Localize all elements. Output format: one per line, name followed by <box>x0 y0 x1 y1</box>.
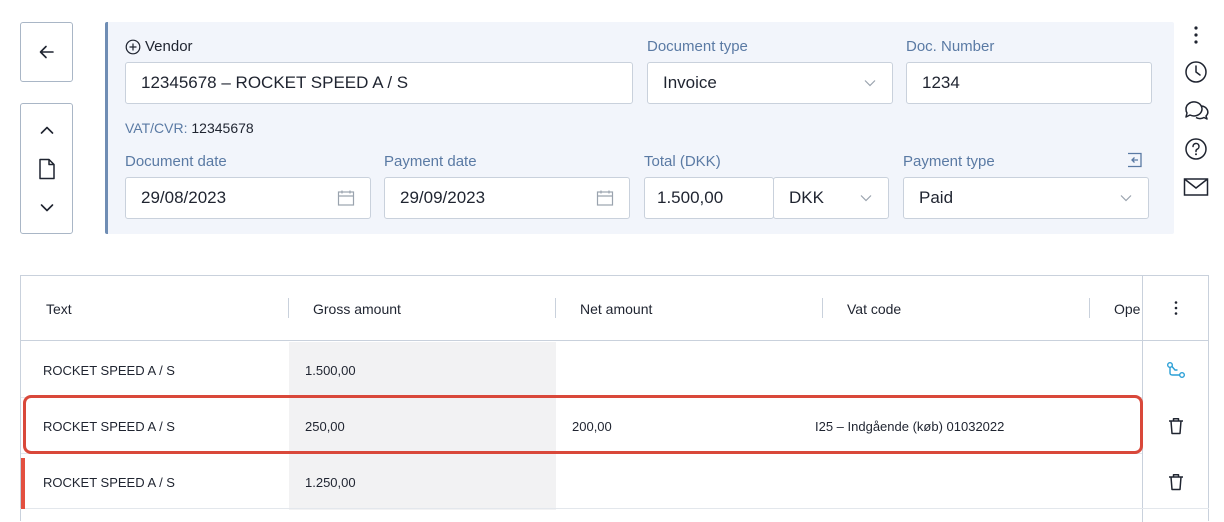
document-preview-button[interactable] <box>32 154 62 184</box>
row-text: ROCKET SPEED A / S <box>43 362 175 378</box>
chat-icon <box>1185 101 1209 120</box>
calendar-icon[interactable] <box>337 189 355 207</box>
back-button[interactable] <box>20 22 73 82</box>
document-date-field[interactable]: 29/08/2023 <box>125 177 371 219</box>
payment-type-value: Paid <box>919 188 954 207</box>
collapse-panel-icon <box>1128 152 1142 168</box>
document-type-label: Document type <box>647 38 748 55</box>
vat-label: VAT/CVR: <box>125 120 188 136</box>
column-header-vat-code[interactable]: Vat code <box>847 276 901 341</box>
row-net-amount[interactable]: 200,00 <box>572 398 612 454</box>
total-amount-field[interactable]: 1.500,00 <box>644 177 774 219</box>
document-icon <box>38 158 55 179</box>
trash-icon <box>1169 474 1183 491</box>
table-row[interactable]: ROCKET SPEED A / S 250,00 200,00 I25 – I… <box>21 398 1142 454</box>
currency-select[interactable]: DKK <box>773 177 889 219</box>
table-header: Text Gross amount Net amount Vat code Op… <box>21 276 1142 341</box>
payment-date-value: 29/09/2023 <box>400 188 486 207</box>
document-header-panel: Vendor 12345678 – ROCKET SPEED A / S Doc… <box>105 22 1174 234</box>
chevron-down-icon <box>864 80 876 87</box>
chevron-up-icon <box>40 126 53 134</box>
comments-button[interactable] <box>1181 95 1211 125</box>
table-row[interactable]: ROCKET SPEED A / S 1.250,00 <box>21 454 1142 510</box>
mail-icon <box>1183 178 1209 196</box>
vendor-field[interactable]: 12345678 – ROCKET SPEED A / S <box>125 62 633 104</box>
payment-date-label: Payment date <box>384 153 477 170</box>
previous-document-button[interactable] <box>32 115 62 145</box>
total-amount-value: 1.500,00 <box>657 188 724 207</box>
more-vertical-icon <box>1194 26 1198 44</box>
document-navigation <box>20 103 73 234</box>
split-line-button[interactable] <box>1143 342 1209 398</box>
doc-number-label: Doc. Number <box>906 38 995 55</box>
column-header-open[interactable]: Ope <box>1114 276 1142 341</box>
more-options-button[interactable] <box>1181 20 1211 50</box>
currency-value: DKK <box>789 188 824 207</box>
payment-type-label: Payment type <box>903 153 995 170</box>
chevron-down-icon <box>40 203 53 211</box>
actions-column <box>1142 276 1209 522</box>
chevron-down-icon <box>1120 195 1132 202</box>
add-circle-icon[interactable] <box>125 39 141 55</box>
delete-line-button[interactable] <box>1143 454 1209 510</box>
email-button[interactable] <box>1181 172 1211 202</box>
document-date-value: 29/08/2023 <box>141 188 227 207</box>
trash-icon <box>1169 418 1183 435</box>
total-label: Total (DKK) <box>644 153 721 170</box>
payment-type-select[interactable]: Paid <box>903 177 1149 219</box>
vendor-label-text: Vendor <box>145 38 193 55</box>
calendar-icon[interactable] <box>596 189 614 207</box>
column-header-net[interactable]: Net amount <box>580 276 652 341</box>
row-error-indicator <box>21 458 25 509</box>
split-icon <box>1167 362 1185 378</box>
row-text: ROCKET SPEED A / S <box>43 474 175 490</box>
next-document-button[interactable] <box>32 193 62 223</box>
vendor-value: 12345678 – ROCKET SPEED A / S <box>141 73 409 92</box>
row-gross-amount[interactable]: 1.500,00 <box>305 342 356 398</box>
row-gross-amount[interactable]: 250,00 <box>305 398 345 454</box>
vat-value: 12345678 <box>191 120 254 136</box>
row-vat-code[interactable]: I25 – Indgående (køb) 01032022 <box>815 398 1004 454</box>
help-button[interactable] <box>1181 134 1211 164</box>
column-header-text[interactable]: Text <box>46 276 72 341</box>
help-icon <box>1185 138 1207 160</box>
more-vertical-icon <box>1174 301 1178 315</box>
vat-cvr-line: VAT/CVR: 12345678 <box>125 120 254 136</box>
clock-icon <box>1185 61 1207 83</box>
collapse-panel-button[interactable] <box>1126 151 1144 174</box>
vendor-label: Vendor <box>125 38 193 55</box>
doc-number-field[interactable]: 1234 <box>906 62 1152 104</box>
document-type-select[interactable]: Invoice <box>647 62 893 104</box>
row-gross-amount[interactable]: 1.250,00 <box>305 454 356 510</box>
lines-table: Text Gross amount Net amount Vat code Op… <box>20 275 1209 522</box>
chevron-down-icon <box>860 195 872 202</box>
column-header-gross[interactable]: Gross amount <box>313 276 401 341</box>
document-type-value: Invoice <box>663 73 717 92</box>
payment-date-field[interactable]: 29/09/2023 <box>384 177 630 219</box>
table-options-button[interactable] <box>1143 276 1209 341</box>
doc-number-value: 1234 <box>922 73 960 92</box>
row-text: ROCKET SPEED A / S <box>43 418 175 434</box>
table-row[interactable]: ROCKET SPEED A / S 1.500,00 <box>21 342 1142 398</box>
delete-line-button[interactable] <box>1143 398 1209 454</box>
arrow-left-icon <box>39 45 54 59</box>
history-button[interactable] <box>1181 57 1211 87</box>
document-date-label: Document date <box>125 153 227 170</box>
